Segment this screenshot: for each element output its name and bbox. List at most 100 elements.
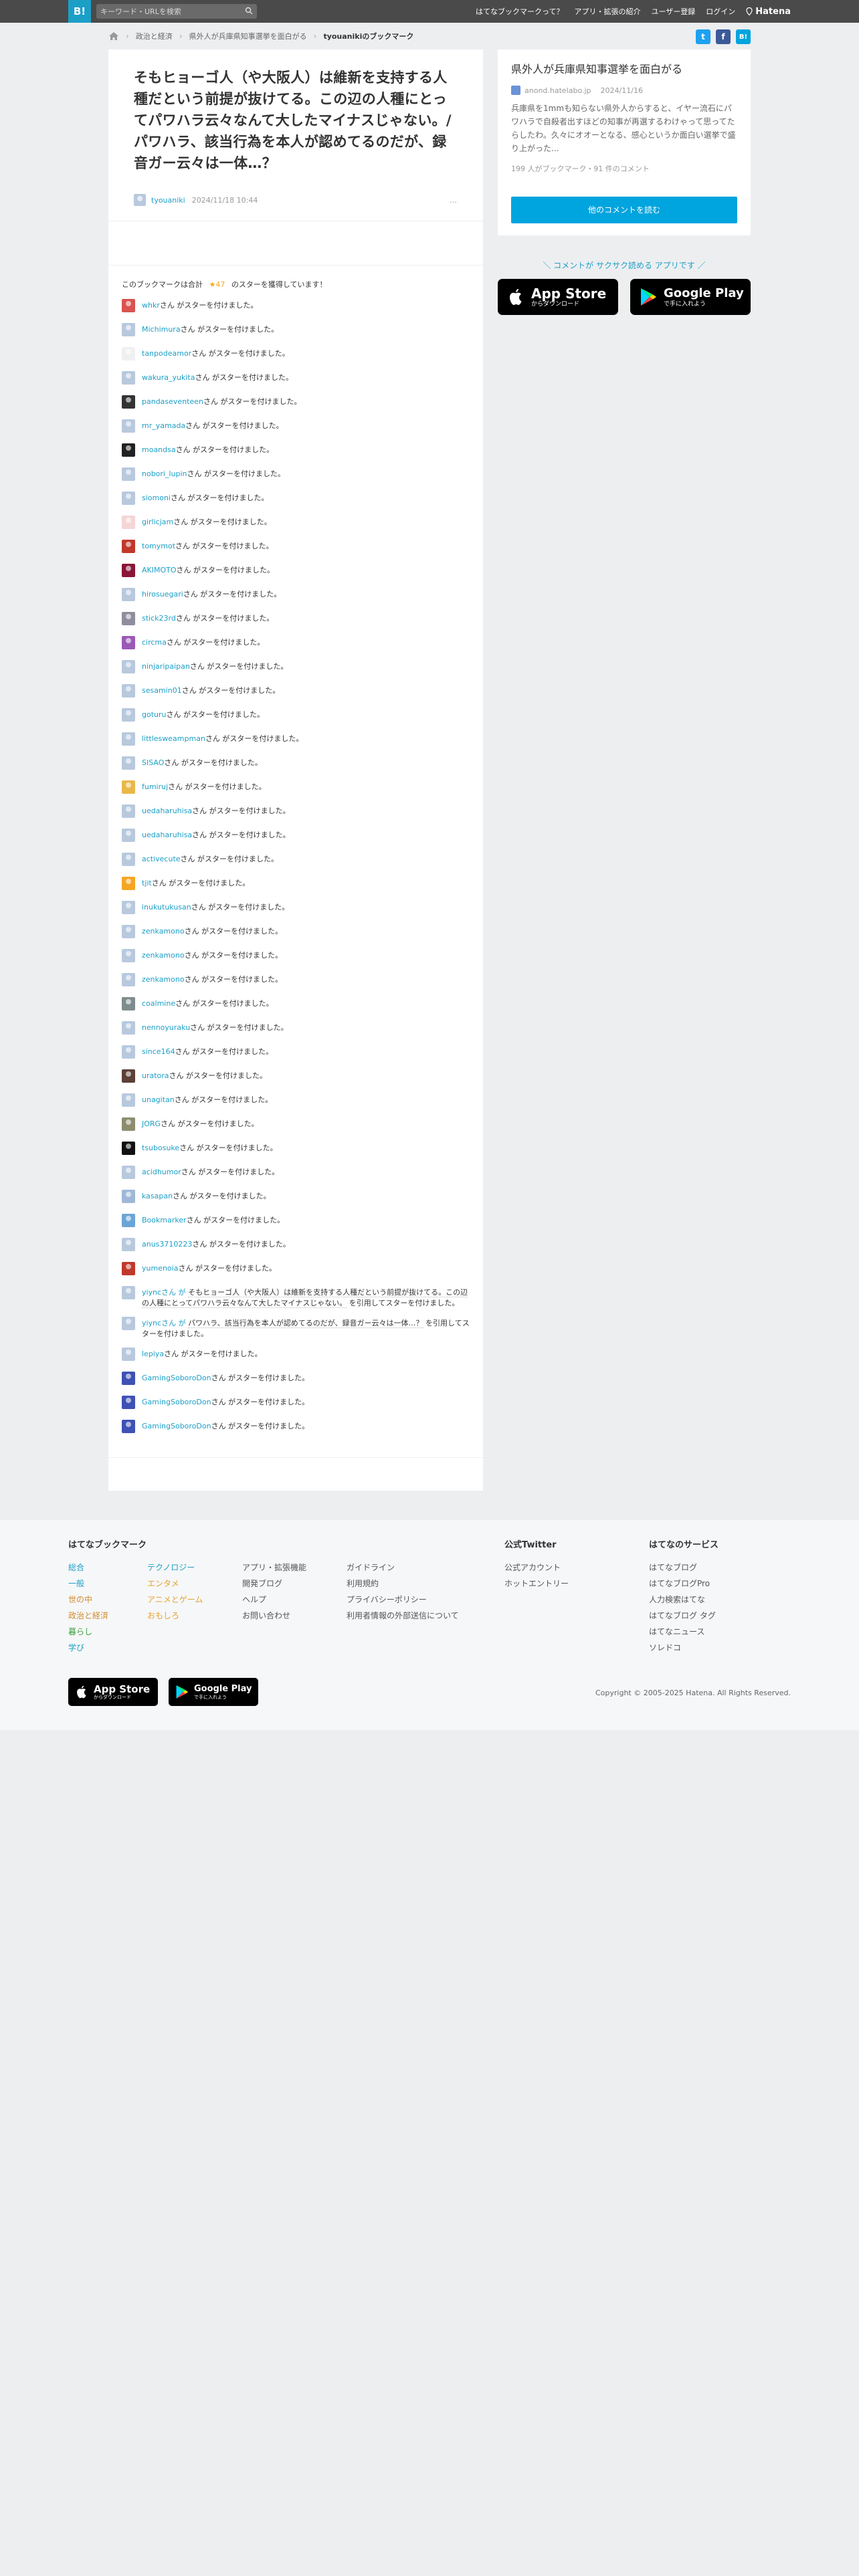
footer-link[interactable]: 開発ブログ [242, 1576, 347, 1592]
avatar[interactable] [122, 997, 135, 1010]
star-user[interactable]: yiyncさん が [142, 1288, 186, 1297]
google-play-button[interactable]: Google Play で手に入れよう [630, 279, 751, 315]
star-user[interactable]: pandaseventeen [142, 397, 203, 406]
footer-link[interactable]: はてなブログ タグ [649, 1608, 791, 1624]
footer-link[interactable]: おもしろ [147, 1608, 242, 1624]
star-user[interactable]: AKIMOTO [142, 566, 177, 574]
star-user[interactable]: tjit [142, 879, 152, 887]
avatar[interactable] [122, 636, 135, 649]
hatena-bookmark-logo[interactable]: B! [68, 0, 91, 23]
footer-link[interactable]: はてなブログPro [649, 1576, 791, 1592]
avatar[interactable] [122, 1238, 135, 1251]
entry-title-link[interactable]: 県外人が兵庫県知事選挙を面白がる [511, 62, 737, 78]
star-user[interactable]: circma [142, 638, 167, 647]
footer-link[interactable]: 政治と経済 [68, 1608, 147, 1624]
footer-app-store-button[interactable]: App Store からダウンロード [68, 1678, 158, 1706]
avatar[interactable] [122, 1372, 135, 1385]
star-user[interactable]: acidhumor [142, 1168, 181, 1176]
footer-link[interactable]: はてなニュース [649, 1624, 791, 1640]
avatar[interactable] [122, 1286, 135, 1299]
avatar[interactable] [122, 612, 135, 625]
footer-link[interactable]: 総合 [68, 1560, 147, 1576]
hatena-share-icon[interactable]: B! [736, 29, 751, 44]
star-user[interactable]: mr_yamada [142, 421, 185, 430]
avatar[interactable] [122, 660, 135, 673]
star-user[interactable]: tomymot [142, 542, 175, 550]
avatar[interactable] [134, 194, 146, 206]
footer-link[interactable]: 利用者情報の外部送信について [347, 1608, 504, 1624]
avatar[interactable] [122, 732, 135, 746]
avatar[interactable] [122, 829, 135, 842]
entry-domain[interactable]: anond.hatelabo.jp [524, 86, 591, 95]
star-user[interactable]: tanpodeamor [142, 349, 191, 358]
star-user[interactable]: fumiruj [142, 782, 168, 791]
star-user[interactable]: inukutukusan [142, 903, 191, 911]
star-user[interactable]: tsubosuke [142, 1144, 179, 1152]
star-user[interactable]: nobori_lupin [142, 469, 187, 478]
star-user[interactable]: zenkamono [142, 975, 185, 984]
star-user[interactable]: GamingSoboroDon [142, 1422, 211, 1430]
avatar[interactable] [122, 1093, 135, 1107]
avatar[interactable] [122, 1262, 135, 1275]
avatar[interactable] [122, 973, 135, 986]
avatar[interactable] [122, 299, 135, 312]
avatar[interactable] [122, 756, 135, 770]
avatar[interactable] [122, 925, 135, 938]
star-user[interactable]: Michimura [142, 325, 181, 334]
nav-register[interactable]: ユーザー登録 [652, 6, 696, 17]
star-user[interactable]: yiyncさん が [142, 1319, 186, 1327]
star-user[interactable]: lepiya [142, 1350, 164, 1358]
avatar[interactable] [122, 1142, 135, 1155]
avatar[interactable] [122, 395, 135, 409]
avatar[interactable] [122, 901, 135, 914]
star-user[interactable]: since164 [142, 1047, 175, 1056]
home-icon[interactable] [108, 31, 119, 41]
avatar[interactable] [122, 684, 135, 697]
breadcrumb-entry[interactable]: 県外人が兵庫県知事選挙を面白がる [189, 31, 307, 41]
app-store-button[interactable]: App Store からダウンロード [498, 279, 618, 315]
star-user[interactable]: GamingSoboroDon [142, 1398, 211, 1406]
star-user[interactable]: siomoni [142, 494, 171, 502]
star-user[interactable]: SISAO [142, 758, 164, 767]
avatar[interactable] [122, 323, 135, 336]
footer-link[interactable]: テクノロジー [147, 1560, 242, 1576]
star-user[interactable]: sesamin01 [142, 686, 182, 695]
avatar[interactable] [122, 780, 135, 794]
footer-link[interactable]: 利用規約 [347, 1576, 504, 1592]
app-promo-text[interactable]: ＼ コメントが サクサク読める アプリです ／ [498, 259, 751, 271]
avatar[interactable] [122, 492, 135, 505]
facebook-share-icon[interactable]: f [716, 29, 731, 44]
nav-about[interactable]: はてなブックマークって？ [476, 6, 563, 17]
star-user[interactable]: uedaharuhisa [142, 807, 192, 815]
avatar[interactable] [122, 443, 135, 457]
star-user[interactable]: zenkamono [142, 927, 185, 936]
star-user[interactable]: yumenoia [142, 1264, 178, 1273]
twitter-share-icon[interactable]: t [696, 29, 710, 44]
avatar[interactable] [122, 419, 135, 433]
star-user[interactable]: hirosuegari [142, 590, 183, 599]
footer-link[interactable]: ヘルプ [242, 1592, 347, 1608]
nav-apps[interactable]: アプリ・拡張の紹介 [575, 6, 641, 17]
footer-link[interactable]: 人力検索はてな [649, 1592, 791, 1608]
star-user[interactable]: girlicjam [142, 518, 173, 526]
avatar[interactable] [122, 877, 135, 890]
star-count[interactable]: ★47 [209, 280, 225, 289]
footer-link[interactable]: プライバシーポリシー [347, 1592, 504, 1608]
avatar[interactable] [122, 708, 135, 722]
avatar[interactable] [122, 1420, 135, 1433]
avatar[interactable] [122, 347, 135, 360]
avatar[interactable] [122, 804, 135, 818]
footer-link[interactable]: はてなブログ [649, 1560, 791, 1576]
avatar[interactable] [122, 1396, 135, 1409]
avatar[interactable] [122, 1348, 135, 1361]
bookmark-user[interactable]: tyouaniki [151, 196, 185, 205]
footer-link[interactable]: お問い合わせ [242, 1608, 347, 1624]
read-comments-button[interactable]: 他のコメントを読む [511, 197, 737, 223]
search-icon[interactable] [245, 7, 253, 15]
star-user[interactable]: Bookmarker [142, 1216, 187, 1224]
footer-link[interactable]: 一般 [68, 1576, 147, 1592]
avatar[interactable] [122, 853, 135, 866]
star-user[interactable]: JORG [142, 1119, 161, 1128]
avatar[interactable] [122, 540, 135, 553]
footer-link[interactable]: 公式アカウント [504, 1560, 649, 1576]
